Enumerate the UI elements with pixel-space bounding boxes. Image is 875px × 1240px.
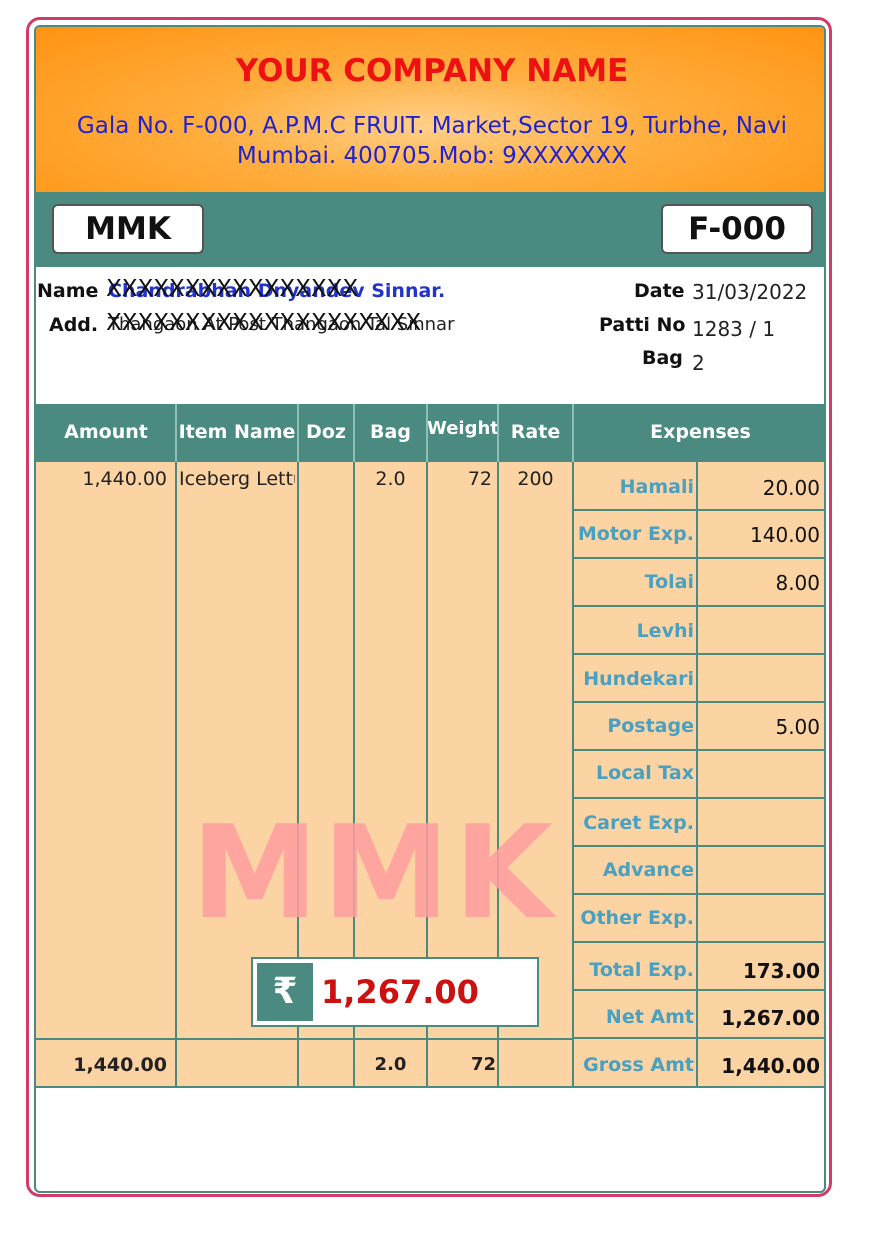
company-header: YOUR COMPANY NAME Gala No. F-000, A.P.M.… xyxy=(36,27,824,192)
expense-row-line xyxy=(573,893,824,895)
expense-label-levhi: Levhi xyxy=(636,620,694,642)
bag-value: 2 xyxy=(692,351,705,375)
column-divider xyxy=(696,462,698,1086)
column-divider xyxy=(175,462,177,1086)
expense-value-motor: 140.00 xyxy=(750,523,820,547)
gross-amt-label: Gross Amt xyxy=(583,1054,694,1076)
net-amt-label: Net Amt xyxy=(605,1006,694,1028)
total-exp-value: 173.00 xyxy=(742,959,820,983)
party-info: Name Chandrabhan Dnyandev Sinnar. XXXXXX… xyxy=(36,267,824,404)
col-weight: Weight xyxy=(427,418,499,439)
row-item-name: Iceberg Lettu xyxy=(179,468,295,490)
expense-label-hamali: Hamali xyxy=(619,476,694,498)
col-doz: Doz xyxy=(306,421,346,443)
address-label: Add. xyxy=(49,314,99,336)
header-divider xyxy=(426,404,428,462)
header-divider xyxy=(572,404,574,462)
header-divider xyxy=(297,404,299,462)
code-left: MMK xyxy=(52,204,204,254)
net-amount-box: ₹ 1,267.00 xyxy=(251,957,539,1027)
expense-row-line xyxy=(573,845,824,847)
table-header: Amount Item Name Doz Bag Weight Rate Exp… xyxy=(36,404,824,462)
company-address: Gala No. F-000, A.P.M.C FRUIT. Market,Se… xyxy=(76,113,788,169)
total-weight: 72 xyxy=(470,1054,496,1075)
total-exp-label: Total Exp. xyxy=(589,959,694,981)
col-rate: Rate xyxy=(510,421,561,443)
bag-label: Bag xyxy=(642,347,683,369)
expense-row-line xyxy=(573,989,824,991)
patti-no-value: 1283 / 1 xyxy=(692,317,776,341)
gross-amt-value: 1,440.00 xyxy=(721,1054,820,1078)
address-mask: XXXXXXXXXXXXXXXXXXXX xyxy=(106,310,422,336)
expense-value-postage: 5.00 xyxy=(775,715,820,739)
expense-row-line xyxy=(573,941,824,943)
row-weight: 72 xyxy=(467,468,492,490)
row-bag: 2.0 xyxy=(375,468,406,490)
col-expenses: Expenses xyxy=(650,421,751,443)
expense-label-postage: Postage xyxy=(607,715,694,737)
col-amount: Amount xyxy=(64,421,148,443)
net-amount-value: 1,267.00 xyxy=(321,973,479,1011)
expense-label-local-tax: Local Tax xyxy=(596,762,694,784)
row-amount: 1,440.00 xyxy=(82,468,167,490)
expense-label-advance: Advance xyxy=(602,859,694,881)
rupee-icon: ₹ xyxy=(257,963,313,1021)
header-divider xyxy=(497,404,499,462)
total-bag: 2.0 xyxy=(374,1054,407,1075)
expense-value-tolai: 8.00 xyxy=(775,571,820,595)
expense-row-line xyxy=(573,797,824,799)
company-name: YOUR COMPANY NAME xyxy=(235,53,629,89)
code-right: F-000 xyxy=(661,204,813,254)
header-divider xyxy=(353,404,355,462)
total-amount: 1,440.00 xyxy=(73,1054,167,1076)
patti-document: YOUR COMPANY NAME Gala No. F-000, A.P.M.… xyxy=(34,25,826,1193)
expense-label-other: Other Exp. xyxy=(580,907,694,929)
col-bag: Bag xyxy=(370,421,411,443)
expense-row-line xyxy=(573,1037,824,1039)
date-value: 31/03/2022 xyxy=(692,280,808,304)
expense-row-line xyxy=(573,557,824,559)
expense-row-line xyxy=(573,653,824,655)
patti-no-label: Patti No xyxy=(599,314,686,336)
name-label: Name xyxy=(37,280,99,302)
watermark: MMK xyxy=(191,799,557,948)
expense-label-hundekari: Hundekari xyxy=(583,668,694,690)
expense-value-hamali: 20.00 xyxy=(762,476,820,500)
expense-row-line xyxy=(573,605,824,607)
col-item-name: Item Name xyxy=(178,421,296,443)
expense-label-caret: Caret Exp. xyxy=(583,812,694,834)
code-band: MMK F-000 xyxy=(36,192,824,267)
expense-label-motor: Motor Exp. xyxy=(577,523,694,545)
row-rate: 200 xyxy=(517,468,554,490)
net-amt-value: 1,267.00 xyxy=(721,1006,820,1030)
totals-divider xyxy=(36,1038,573,1040)
body-bottom-line xyxy=(36,1086,824,1088)
expense-label-tolai: Tolai xyxy=(644,571,694,593)
date-label: Date xyxy=(634,280,685,302)
expense-row-line xyxy=(573,701,824,703)
expense-row-line xyxy=(573,749,824,751)
expense-row-line xyxy=(573,509,824,511)
header-divider xyxy=(175,404,177,462)
name-mask: XXXXXXXXXXXXXXXX xyxy=(106,276,359,302)
